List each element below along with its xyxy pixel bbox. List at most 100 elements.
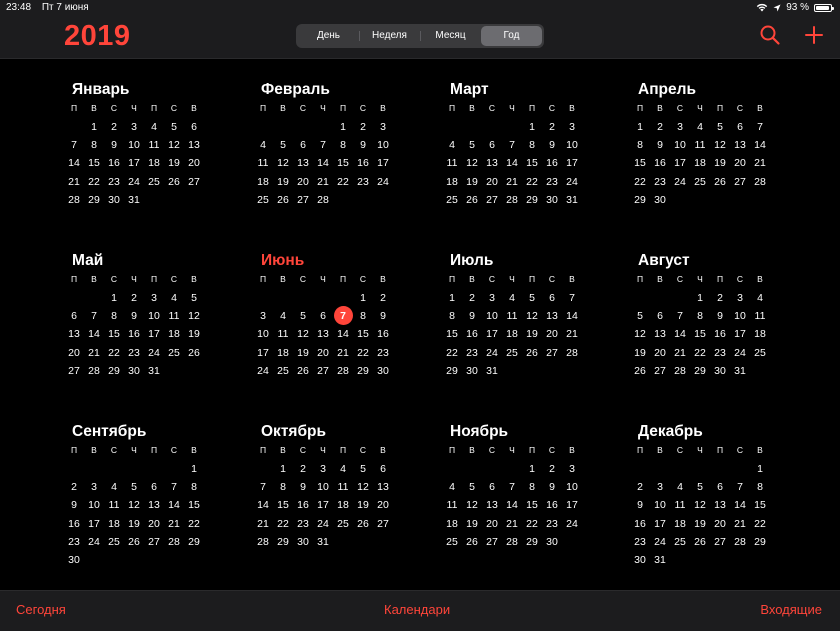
day-cell[interactable]: 12: [630, 325, 650, 343]
day-cell[interactable]: 17: [124, 154, 144, 172]
day-cell[interactable]: 6: [144, 478, 164, 496]
day-cell[interactable]: 17: [562, 154, 582, 172]
day-cell[interactable]: 3: [562, 118, 582, 136]
day-cell[interactable]: 9: [64, 496, 84, 514]
day-cell[interactable]: 2: [124, 289, 144, 307]
day-cell[interactable]: 10: [253, 325, 273, 343]
day-cell[interactable]: 26: [124, 533, 144, 551]
day-cell[interactable]: 25: [164, 344, 184, 362]
day-cell[interactable]: 15: [750, 496, 770, 514]
day-cell[interactable]: 22: [184, 515, 204, 533]
day-cell[interactable]: 13: [64, 325, 84, 343]
day-cell[interactable]: 15: [442, 325, 462, 343]
day-cell[interactable]: 19: [353, 496, 373, 514]
day-cell[interactable]: 1: [522, 460, 542, 478]
day-cell[interactable]: 15: [690, 325, 710, 343]
day-cell[interactable]: 27: [64, 362, 84, 380]
day-cell[interactable]: 15: [522, 496, 542, 514]
day-cell[interactable]: 18: [750, 325, 770, 343]
day-cell[interactable]: 22: [353, 344, 373, 362]
day-cell[interactable]: 30: [542, 191, 562, 209]
day-cell[interactable]: 10: [562, 136, 582, 154]
day-cell[interactable]: 27: [482, 533, 502, 551]
day-cell[interactable]: 22: [750, 515, 770, 533]
day-cell[interactable]: 8: [104, 307, 124, 325]
day-cell[interactable]: 27: [482, 191, 502, 209]
day-cell[interactable]: 31: [124, 191, 144, 209]
day-cell[interactable]: 26: [710, 173, 730, 191]
day-cell[interactable]: 23: [542, 173, 562, 191]
day-cell[interactable]: 28: [750, 173, 770, 191]
search-icon[interactable]: [759, 24, 781, 46]
day-cell[interactable]: 13: [730, 136, 750, 154]
day-cell[interactable]: 16: [630, 515, 650, 533]
tab-week[interactable]: Неделя: [359, 26, 420, 46]
day-cell[interactable]: 26: [462, 191, 482, 209]
day-cell[interactable]: 4: [670, 478, 690, 496]
day-cell[interactable]: 16: [462, 325, 482, 343]
day-cell[interactable]: 5: [184, 289, 204, 307]
day-cell[interactable]: 17: [84, 515, 104, 533]
day-cell[interactable]: 11: [104, 496, 124, 514]
day-cell[interactable]: 21: [562, 325, 582, 343]
month-block[interactable]: Январь П В С Ч П С В 1 2 3 4 5 6 7 8 9 10 11 12 13 14 15 16 17 18…: [68, 80, 222, 206]
day-cell[interactable]: 18: [164, 325, 184, 343]
today-day[interactable]: 7: [333, 306, 353, 326]
day-cell[interactable]: 3: [650, 478, 670, 496]
inbox-button[interactable]: Входящие: [760, 602, 822, 617]
day-cell[interactable]: 28: [562, 344, 582, 362]
day-cell[interactable]: 7: [502, 478, 522, 496]
day-cell[interactable]: 1: [84, 118, 104, 136]
day-cell[interactable]: 26: [630, 362, 650, 380]
day-cell[interactable]: 19: [690, 515, 710, 533]
day-cell[interactable]: 14: [64, 154, 84, 172]
day-cell[interactable]: 14: [253, 496, 273, 514]
day-cell[interactable]: 15: [184, 496, 204, 514]
day-cell[interactable]: 19: [164, 154, 184, 172]
day-cell[interactable]: 19: [522, 325, 542, 343]
day-cell[interactable]: 12: [690, 496, 710, 514]
day-cell[interactable]: 25: [442, 191, 462, 209]
month-block[interactable]: Ноябрь П В С Ч П С В 1 2 3 4 5 6 7 8 9 10 11 12 13 14 15 16 17 18…: [446, 422, 600, 548]
day-cell[interactable]: 25: [104, 533, 124, 551]
day-cell[interactable]: 16: [64, 515, 84, 533]
day-cell[interactable]: 6: [482, 478, 502, 496]
day-cell[interactable]: 24: [650, 533, 670, 551]
day-cell[interactable]: 29: [104, 362, 124, 380]
day-cell[interactable]: 26: [164, 173, 184, 191]
day-cell[interactable]: 26: [184, 344, 204, 362]
day-cell[interactable]: 30: [462, 362, 482, 380]
day-cell[interactable]: 3: [84, 478, 104, 496]
day-cell[interactable]: 25: [253, 191, 273, 209]
day-cell[interactable]: 1: [333, 118, 353, 136]
day-cell[interactable]: 2: [542, 460, 562, 478]
day-cell[interactable]: 18: [104, 515, 124, 533]
day-cell[interactable]: 31: [144, 362, 164, 380]
day-cell[interactable]: 26: [293, 362, 313, 380]
day-cell[interactable]: 2: [353, 118, 373, 136]
day-cell[interactable]: 3: [730, 289, 750, 307]
day-cell[interactable]: 20: [313, 344, 333, 362]
day-cell[interactable]: 14: [730, 496, 750, 514]
day-cell[interactable]: 29: [750, 533, 770, 551]
day-cell[interactable]: 28: [333, 362, 353, 380]
day-cell[interactable]: 23: [462, 344, 482, 362]
day-cell[interactable]: 21: [670, 344, 690, 362]
day-cell[interactable]: 31: [650, 551, 670, 569]
day-cell[interactable]: 21: [253, 515, 273, 533]
day-cell[interactable]: 30: [542, 533, 562, 551]
day-cell[interactable]: 28: [64, 191, 84, 209]
day-cell[interactable]: 11: [442, 154, 462, 172]
day-cell[interactable]: 9: [630, 496, 650, 514]
day-cell[interactable]: 1: [273, 460, 293, 478]
day-cell[interactable]: 16: [104, 154, 124, 172]
day-cell[interactable]: 3: [144, 289, 164, 307]
month-block[interactable]: Октябрь П В С Ч П С В 1 2 3 4 5 6 7 8 9 10 11 12 13 14 15 16 17 1…: [257, 422, 411, 548]
day-cell[interactable]: 17: [730, 325, 750, 343]
day-cell[interactable]: 1: [522, 118, 542, 136]
day-cell[interactable]: 8: [273, 478, 293, 496]
month-name[interactable]: Ноябрь: [450, 422, 600, 442]
day-cell[interactable]: 7: [253, 478, 273, 496]
day-cell[interactable]: 18: [442, 515, 462, 533]
day-cell[interactable]: 11: [273, 325, 293, 343]
